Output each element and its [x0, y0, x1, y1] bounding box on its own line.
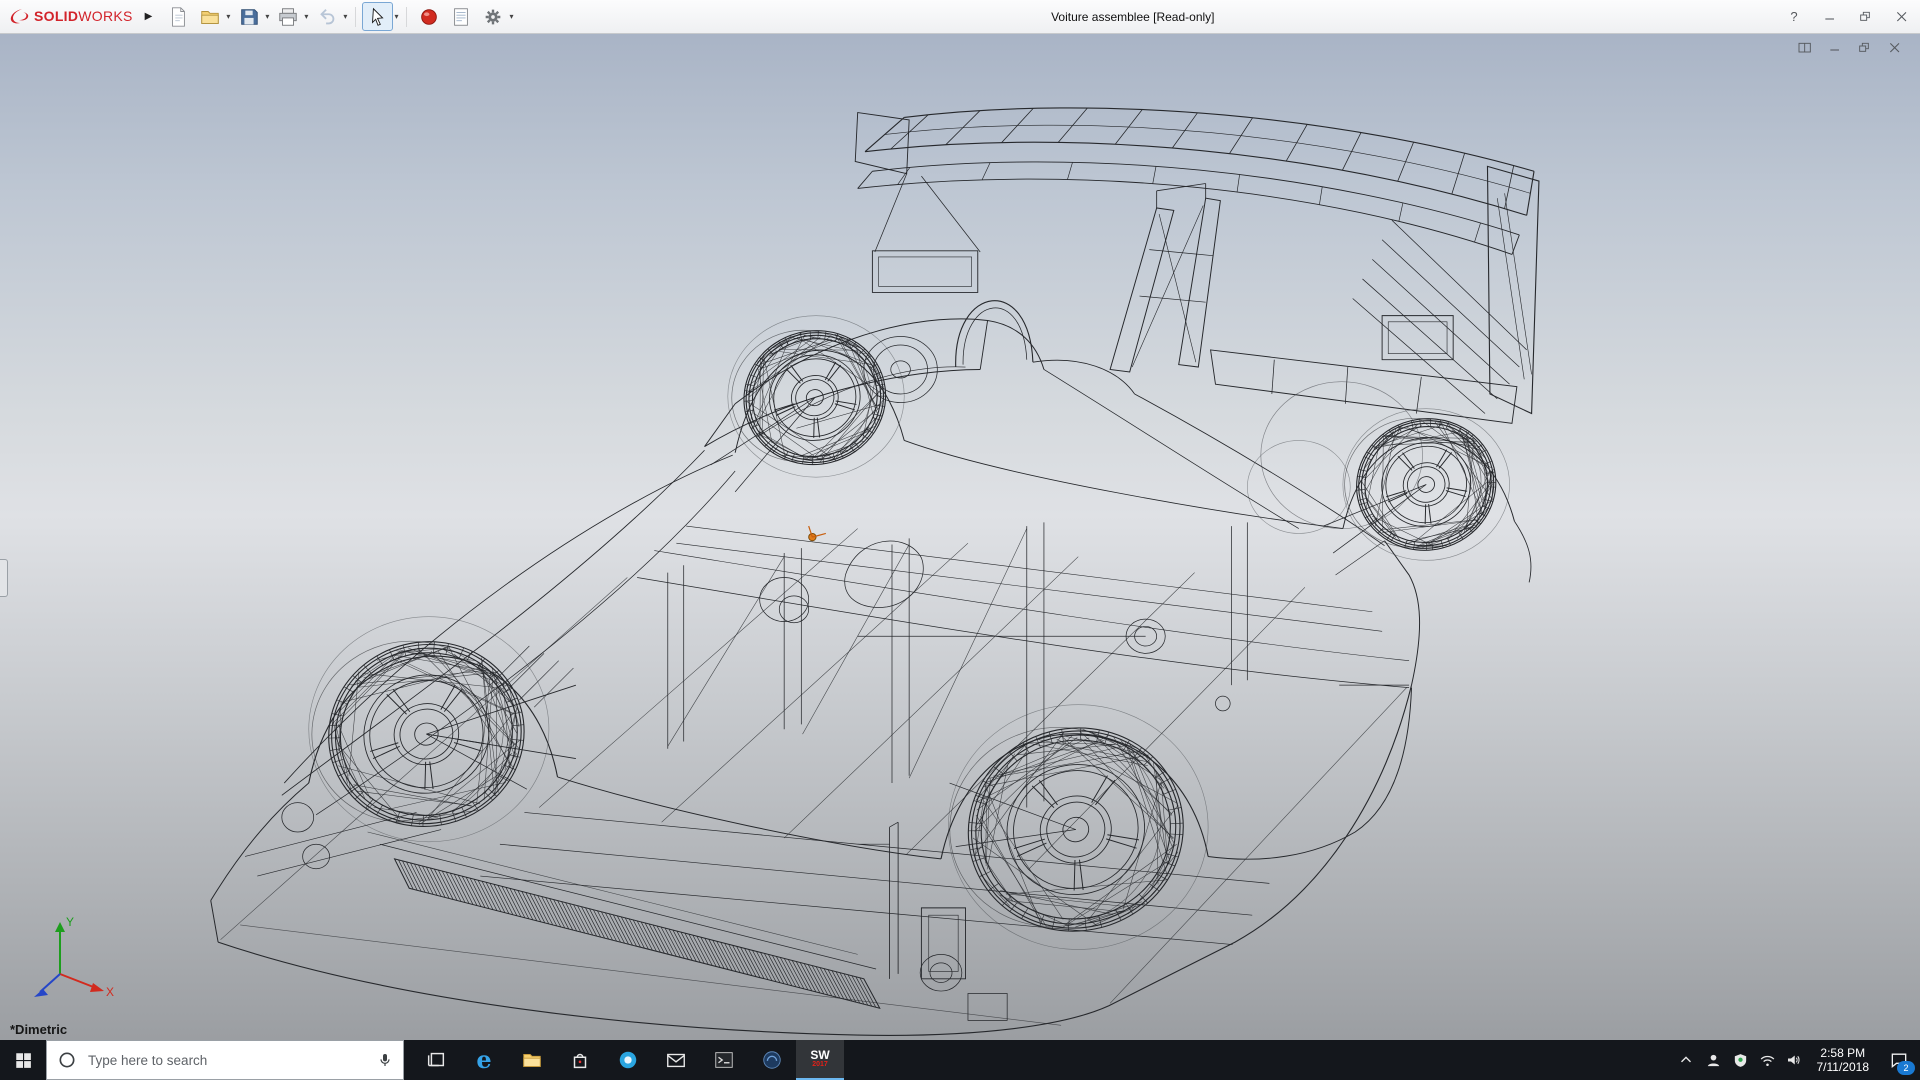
- dropdown-caret-icon[interactable]: ▾: [394, 12, 398, 21]
- view-orientation-label: *Dimetric: [10, 1022, 67, 1037]
- minimize-icon: [1822, 9, 1838, 25]
- start-button[interactable]: [0, 1040, 46, 1080]
- search-input[interactable]: [86, 1052, 368, 1069]
- clock-date: 7/11/2018: [1817, 1060, 1870, 1074]
- select-arrow-icon: [367, 6, 389, 28]
- orientation-triad: Y X: [24, 912, 124, 1004]
- folder-icon: [521, 1049, 543, 1071]
- command-prompt-taskbar-button[interactable]: [700, 1040, 748, 1080]
- sheet-icon: [450, 6, 472, 28]
- close-document-button[interactable]: [1886, 40, 1904, 56]
- network-icon: [1759, 1052, 1776, 1069]
- action-center-button[interactable]: 2: [1878, 1040, 1920, 1080]
- ds-logo-icon: [8, 8, 30, 26]
- task-view-taskbar-button[interactable]: [412, 1040, 460, 1080]
- store-taskbar-button[interactable]: [556, 1040, 604, 1080]
- undo-button[interactable]: [311, 2, 342, 31]
- minimize-icon: [1827, 40, 1843, 56]
- new-doc-icon: [167, 6, 189, 28]
- solidworks-logo: SOLIDWORKS: [0, 8, 139, 26]
- select-tool-button[interactable]: [362, 2, 393, 31]
- close-icon: [1894, 9, 1910, 25]
- open-folder-icon: [199, 6, 221, 28]
- circle-dark-icon: [761, 1049, 783, 1071]
- network-tray-button[interactable]: [1754, 1040, 1781, 1080]
- dropdown-caret-icon[interactable]: ▾: [304, 12, 308, 21]
- menu-flyout-arrow-icon[interactable]: ▶: [145, 11, 153, 22]
- open-document-button[interactable]: [194, 2, 225, 31]
- circle-app-icon: [617, 1049, 639, 1071]
- save-document-button[interactable]: [233, 2, 264, 31]
- task-view-icon: [425, 1049, 447, 1071]
- axis-x-label: X: [106, 985, 114, 999]
- volume-tray-button[interactable]: [1781, 1040, 1808, 1080]
- new-document-button[interactable]: [162, 2, 193, 31]
- store-icon: [569, 1049, 591, 1071]
- file-explorer-taskbar-button[interactable]: [508, 1040, 556, 1080]
- solidworks-2017-taskbar-button[interactable]: SW2017: [796, 1040, 844, 1080]
- toolbar-separator: [355, 7, 356, 27]
- cortana-icon: [57, 1050, 77, 1070]
- red-sphere-icon: [418, 6, 440, 28]
- save-icon: [238, 6, 260, 28]
- title-bar: SOLIDWORKS ▶ ▾ ▾ ▾ ▾ ▾ ▾ Voiture assemblee [R…: [0, 0, 1920, 34]
- dropdown-caret-icon[interactable]: ▾: [265, 12, 269, 21]
- axis-y-label: Y: [66, 915, 74, 929]
- clock-time: 2:58 PM: [1817, 1046, 1870, 1060]
- options-sheet-button[interactable]: [445, 2, 476, 31]
- shield-icon: [1732, 1052, 1749, 1069]
- windows-logo-icon: [14, 1051, 32, 1069]
- dropdown-caret-icon[interactable]: ▾: [509, 12, 513, 21]
- toolbar-separator: [406, 7, 407, 27]
- quick-toolbar: ▾ ▾ ▾ ▾ ▾ ▾: [162, 2, 515, 31]
- taskbar-clock[interactable]: 2:58 PM 7/11/2018: [1808, 1046, 1879, 1074]
- mail-taskbar-button[interactable]: [652, 1040, 700, 1080]
- split-pane-button[interactable]: [1796, 40, 1814, 56]
- restore-icon: [1858, 9, 1874, 25]
- notification-badge: 2: [1897, 1061, 1915, 1075]
- red-sphere-status-button[interactable]: [413, 2, 444, 31]
- edge-icon: e: [476, 1048, 491, 1072]
- restore-document-button[interactable]: [1856, 40, 1874, 56]
- window-controls: ?: [1776, 0, 1920, 33]
- windows-taskbar: e SW2017 2:58 PM 7/11/2018 2: [0, 1040, 1920, 1080]
- graphics-viewport[interactable]: Y X *Dimetric: [0, 33, 1920, 1040]
- wireframe-car-model[interactable]: [0, 33, 1920, 1040]
- print-icon: [277, 6, 299, 28]
- gear-icon: [482, 6, 504, 28]
- close-window-button[interactable]: [1884, 0, 1920, 33]
- microphone-icon[interactable]: [377, 1050, 393, 1070]
- dropdown-caret-icon[interactable]: ▾: [226, 12, 230, 21]
- minimize-window-button[interactable]: [1812, 0, 1848, 33]
- taskbar-search[interactable]: [46, 1040, 404, 1080]
- restore-icon: [1857, 40, 1873, 56]
- minimize-document-button[interactable]: [1826, 40, 1844, 56]
- document-title: Voiture assemblee [Read-only]: [1051, 10, 1214, 24]
- edge-browser-taskbar-button[interactable]: e: [460, 1040, 508, 1080]
- system-tray: 2:58 PM 7/11/2018 2: [1673, 1040, 1920, 1080]
- pane-splitter-handle[interactable]: [0, 559, 8, 597]
- print-document-button[interactable]: [272, 2, 303, 31]
- taskbar-apps: e SW2017: [412, 1040, 844, 1080]
- undo-icon: [316, 6, 338, 28]
- close-icon: [1887, 40, 1903, 56]
- pane-icon: [1797, 40, 1813, 56]
- chevron-up-icon: [1677, 1051, 1695, 1069]
- terminal-icon: [713, 1049, 735, 1071]
- volume-icon: [1785, 1051, 1803, 1069]
- round-blue-app-taskbar-button[interactable]: [604, 1040, 652, 1080]
- solidworks-icon: SW2017: [810, 1050, 829, 1070]
- dropdown-caret-icon[interactable]: ▾: [343, 12, 347, 21]
- settings-button[interactable]: [477, 2, 508, 31]
- mail-icon: [665, 1049, 687, 1071]
- help-button[interactable]: ?: [1776, 0, 1812, 33]
- person-icon: [1705, 1052, 1722, 1069]
- hidden-icons-chevron-tray-button[interactable]: [1673, 1040, 1700, 1080]
- dark-circle-app-taskbar-button[interactable]: [748, 1040, 796, 1080]
- document-window-controls: [1796, 40, 1904, 56]
- security-shield-tray-button[interactable]: [1727, 1040, 1754, 1080]
- people-tray-button[interactable]: [1700, 1040, 1727, 1080]
- restore-window-button[interactable]: [1848, 0, 1884, 33]
